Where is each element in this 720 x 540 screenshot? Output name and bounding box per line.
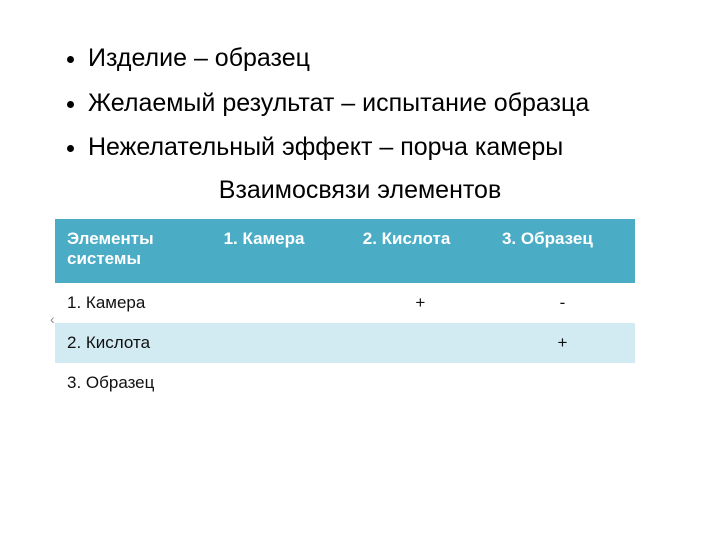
bullet-list: Изделие – образец Желаемый результат – и… xyxy=(60,42,660,164)
table-title: Взаимосвязи элементов xyxy=(60,176,660,205)
table-cell xyxy=(212,363,351,403)
table-header-cell: 3. Образец xyxy=(490,219,635,283)
table-row: 1. Камера + - xyxy=(55,283,635,323)
row-label: 3. Образец xyxy=(67,373,154,392)
table-header-cell: 1. Камера xyxy=(212,219,351,283)
relations-table: Элементы системы 1. Камера 2. Кислота 3.… xyxy=(55,219,635,403)
table-cell: + xyxy=(351,283,490,323)
table-cell xyxy=(212,283,351,323)
table-cell-label: 3. Образец xyxy=(55,363,212,403)
table-cell: + xyxy=(490,323,635,363)
table-cell: - xyxy=(490,283,635,323)
chevron-left-icon: ‹ xyxy=(50,311,55,327)
table-cell-label: 2. Кислота xyxy=(55,323,212,363)
row-label: 2. Кислота xyxy=(67,333,150,352)
table-row: 3. Образец xyxy=(55,363,635,403)
table-row: 2. Кислота + xyxy=(55,323,635,363)
row-label: Камера xyxy=(86,293,145,312)
table-cell xyxy=(351,323,490,363)
row-number: 1. xyxy=(67,293,81,312)
bullet-item: Нежелательный эффект – порча камеры xyxy=(88,131,660,164)
table-cell xyxy=(351,363,490,403)
table-cell-label: 1. Камера xyxy=(55,283,212,323)
bullet-item: Изделие – образец xyxy=(88,42,660,75)
bullet-item: Желаемый результат – испытание образца xyxy=(88,87,660,120)
table-cell xyxy=(212,323,351,363)
table-header-cell: 2. Кислота xyxy=(351,219,490,283)
table-header-row: Элементы системы 1. Камера 2. Кислота 3.… xyxy=(55,219,635,283)
table-cell xyxy=(490,363,635,403)
table-header-cell: Элементы системы xyxy=(55,219,212,283)
